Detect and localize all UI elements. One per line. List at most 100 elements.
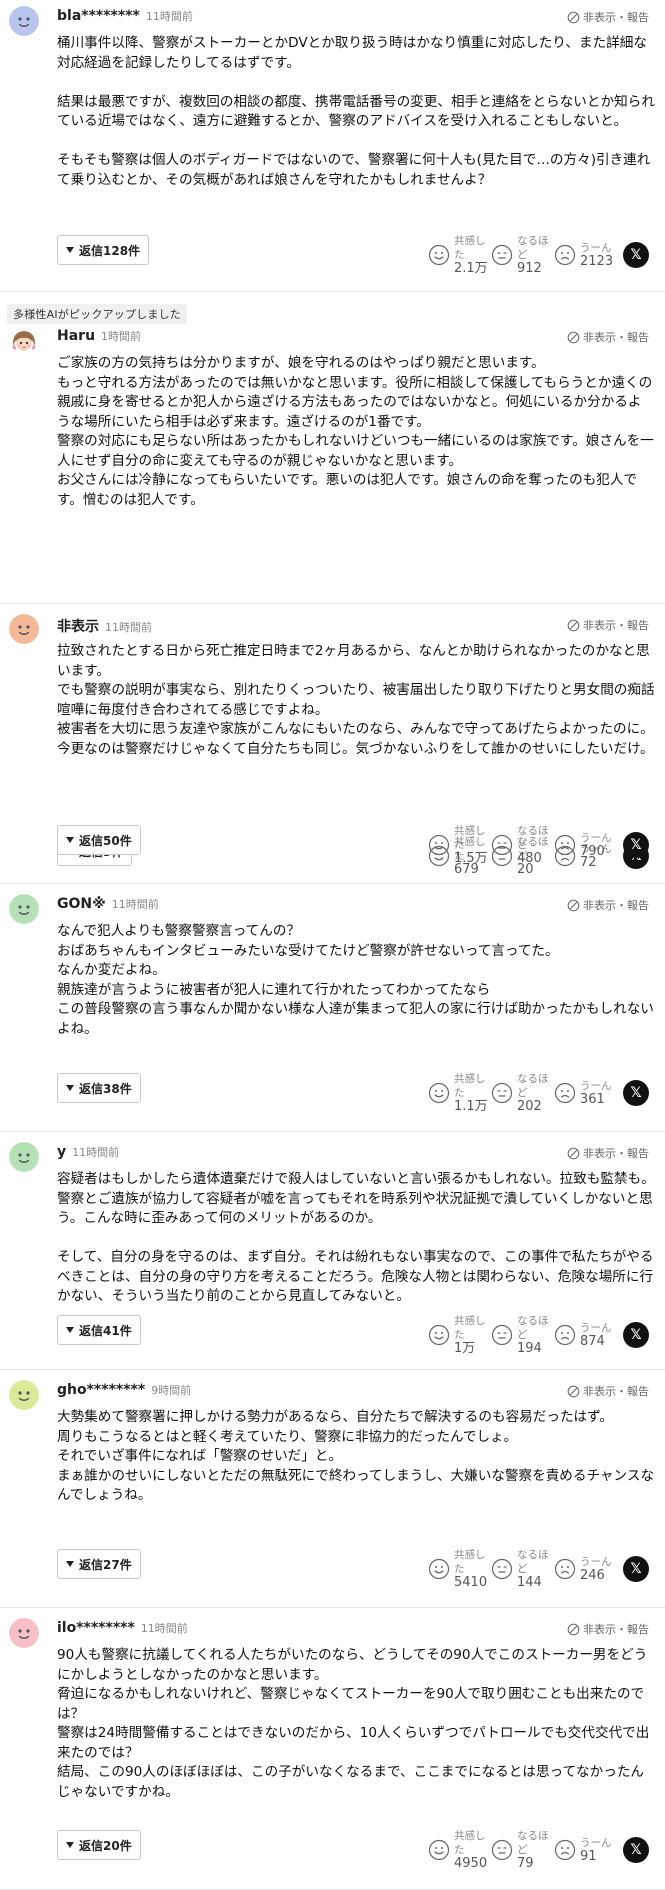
- replies-count: 返信20件: [79, 1838, 132, 1853]
- x-share-icon[interactable]: 𝕏: [623, 242, 649, 268]
- reaction-count: 2123: [580, 254, 614, 269]
- avatar[interactable]: [9, 1142, 39, 1172]
- reaction-label: 共感した: [454, 235, 486, 261]
- comment-text: 拉致されたとする日から死亡推定日時まで2ヶ月あるから、なんとか助けられなかったの…: [57, 643, 655, 757]
- frown-face-icon: [554, 1839, 576, 1861]
- report-button[interactable]: 非表示・報告: [567, 9, 649, 25]
- reaction-count: 361: [580, 1092, 605, 1107]
- reaction-count: 2.1万: [454, 261, 488, 276]
- report-button[interactable]: 非表示・報告: [567, 1145, 649, 1161]
- x-share-icon[interactable]: 𝕏: [623, 1556, 649, 1582]
- reaction-label: うーん: [580, 242, 612, 254]
- x-share-icon[interactable]: 𝕏: [623, 1837, 649, 1863]
- comment-time: 11時間前: [140, 1622, 188, 1635]
- reaction-count: 1.1万: [454, 1099, 488, 1114]
- reaction-count: 202: [517, 1099, 542, 1114]
- author-name[interactable]: y: [57, 1144, 66, 1160]
- reaction-count: 874: [580, 1334, 605, 1349]
- reaction-empathy-button[interactable]: 共感した 1.1万: [428, 1072, 491, 1114]
- reaction-text: うーん 246: [580, 1555, 612, 1583]
- triangle-down-icon: [66, 1842, 74, 1848]
- x-share-icon[interactable]: 𝕏: [623, 1322, 649, 1348]
- replies-button[interactable]: 返信38件: [57, 1073, 141, 1103]
- comment-text: なんで犯人よりも警察警察言ってんの？ おばあちゃんもインタビューみたいな受けてた…: [57, 923, 654, 1037]
- reaction-hmm-button[interactable]: うーん 790: [554, 831, 617, 859]
- comment-card: GON※ 11時間前 非表示・報告 なんで犯人よりも警察警察言ってんの？ おばあちゃん…: [0, 884, 665, 1132]
- author-name[interactable]: ilo********: [57, 1620, 135, 1636]
- avatar[interactable]: [9, 894, 39, 924]
- reaction-hmm-button[interactable]: うーん 2123: [554, 241, 617, 269]
- reaction-agree-button[interactable]: なるほど 912: [491, 234, 554, 276]
- report-label: 非表示・報告: [583, 1147, 649, 1160]
- reaction-agree-button[interactable]: なるほど 79: [491, 1829, 554, 1871]
- avatar[interactable]: [9, 1618, 39, 1648]
- triangle-down-icon: [66, 837, 74, 843]
- neutral-face-icon: [491, 1558, 513, 1580]
- comment-text: 90人も警察に抗議してくれる人たちがいたのなら、どうしてその90人でこのストーカ…: [57, 1647, 650, 1800]
- report-button[interactable]: 非表示・報告: [567, 1621, 649, 1637]
- avatar[interactable]: [9, 6, 39, 36]
- replies-button[interactable]: 返信128件: [57, 235, 150, 265]
- comment-header: y 11時間前: [57, 1144, 119, 1160]
- comment-header: gho******** 9時間前: [57, 1382, 191, 1398]
- reaction-label: うーん: [580, 1322, 612, 1334]
- reaction-text: 共感した 5410: [454, 1548, 491, 1590]
- comment-time: 11時間前: [145, 10, 193, 23]
- reaction-hmm-button[interactable]: うーん 91: [554, 1836, 617, 1864]
- reaction-bar: 共感した 4950 なるほど 79 うーん 91 𝕏: [428, 1829, 649, 1871]
- reaction-text: 共感した 1.1万: [454, 1072, 491, 1114]
- x-share-icon[interactable]: 𝕏: [623, 1080, 649, 1106]
- replies-button[interactable]: 返信27件: [57, 1549, 141, 1579]
- author-name[interactable]: bla********: [57, 8, 140, 24]
- x-share-icon[interactable]: 𝕏: [623, 832, 649, 858]
- replies-button[interactable]: 返信41件: [57, 1315, 141, 1345]
- report-label: 非表示・報告: [583, 1623, 649, 1636]
- avatar[interactable]: [9, 614, 39, 644]
- report-button[interactable]: 非表示・報告: [567, 897, 649, 913]
- reaction-count: 912: [517, 261, 542, 276]
- report-button[interactable]: 非表示・報告: [567, 1383, 649, 1399]
- replies-button[interactable]: 返信50件: [57, 825, 141, 855]
- report-button[interactable]: 非表示・報告: [567, 617, 649, 633]
- reaction-hmm-button[interactable]: うーん 874: [554, 1321, 617, 1349]
- reaction-bar: 共感した 5410 なるほど 144 うーん 246 𝕏: [428, 1548, 649, 1590]
- author-name[interactable]: gho********: [57, 1382, 145, 1398]
- comment-header: bla******** 11時間前: [57, 8, 193, 24]
- hide-icon: [567, 1623, 580, 1636]
- replies-count: 返信38件: [79, 1081, 132, 1096]
- reaction-text: 共感した 4950: [454, 1829, 491, 1871]
- report-label: 非表示・報告: [583, 619, 649, 632]
- frown-face-icon: [554, 1558, 576, 1580]
- reaction-label: 共感した: [454, 1315, 486, 1341]
- avatar[interactable]: [9, 326, 39, 356]
- author-name[interactable]: GON※: [57, 896, 106, 912]
- reaction-agree-button[interactable]: なるほど 480: [491, 824, 554, 866]
- replies-button[interactable]: 返信20件: [57, 1830, 141, 1860]
- smile-face-icon: [428, 244, 450, 266]
- reaction-empathy-button[interactable]: 共感した 2.1万: [428, 234, 491, 276]
- reaction-hmm-button[interactable]: うーん 246: [554, 1555, 617, 1583]
- author-name[interactable]: 非表示: [57, 616, 99, 636]
- avatar[interactable]: [9, 1380, 39, 1410]
- reaction-agree-button[interactable]: なるほど 194: [491, 1314, 554, 1356]
- report-button[interactable]: 非表示・報告: [567, 329, 649, 345]
- comment-body: 拉致されたとする日から死亡推定日時まで2ヶ月あるから、なんとか助けられなかったの…: [57, 642, 655, 759]
- neutral-face-icon: [491, 1324, 513, 1346]
- author-name[interactable]: Haru: [57, 328, 95, 344]
- reaction-hmm-button[interactable]: うーん 361: [554, 1079, 617, 1107]
- smile-face-icon: [428, 1558, 450, 1580]
- reaction-empathy-button[interactable]: 共感した 4950: [428, 1829, 491, 1871]
- reaction-agree-button[interactable]: なるほど 144: [491, 1548, 554, 1590]
- reaction-empathy-button[interactable]: 共感した 1.5万: [428, 824, 491, 866]
- reaction-count: 4950: [454, 1856, 488, 1871]
- replies-count: 返信128件: [79, 243, 141, 258]
- comment-text: 桶川事件以降、警察がストーカーとかDVとか取り扱う時はかなり慎重に対応したり、ま…: [57, 35, 655, 188]
- reaction-empathy-button[interactable]: 共感した 1万: [428, 1314, 491, 1356]
- reaction-label: なるほど: [517, 1073, 549, 1099]
- reaction-empathy-button[interactable]: 共感した 5410: [428, 1548, 491, 1590]
- reaction-agree-button[interactable]: なるほど 202: [491, 1072, 554, 1114]
- comment-card: 多様性AIがピックアップしました Haru 1時間前 非表示・報告 ご家族の方の気持ち…: [0, 292, 665, 877]
- comment-text: 大勢集めて警察署に押しかける勢力があるなら、自分たちで解決するのも容易だったはず…: [57, 1409, 655, 1503]
- reaction-text: うーん 361: [580, 1079, 612, 1107]
- comment-time: 11時間前: [72, 1146, 120, 1159]
